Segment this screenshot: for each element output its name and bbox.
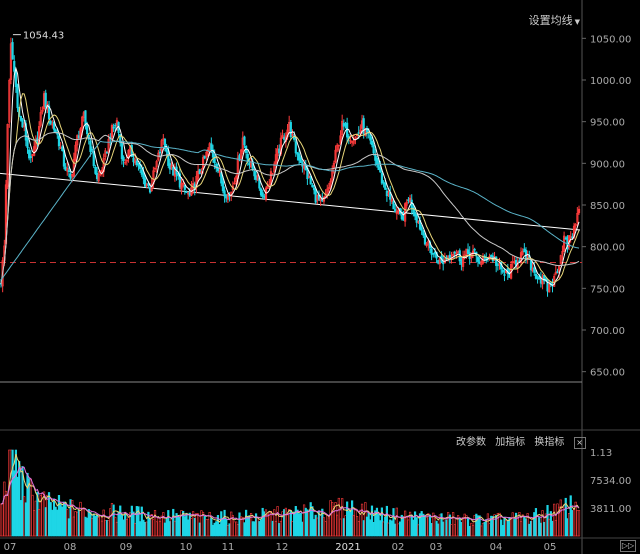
x-tick-label: 2021 bbox=[335, 542, 360, 553]
x-tick-label: 09 bbox=[120, 542, 133, 553]
price-tick-label: 850.00 bbox=[590, 201, 625, 212]
candle-body bbox=[253, 171, 256, 177]
volume-bar bbox=[577, 509, 581, 537]
candle-body bbox=[165, 147, 168, 153]
candle-body bbox=[49, 120, 52, 124]
candle-body bbox=[294, 141, 297, 154]
candle-body bbox=[379, 167, 382, 173]
candle-body bbox=[94, 166, 97, 174]
price-tick-label: 750.00 bbox=[590, 284, 625, 295]
x-tick-label: 12 bbox=[276, 542, 289, 553]
candle-body bbox=[158, 151, 162, 154]
candle-body bbox=[501, 269, 504, 273]
candle-body bbox=[13, 60, 16, 72]
volume-tick-label: 3811.00 bbox=[590, 504, 631, 515]
high-price-label: 1054.43 bbox=[23, 31, 64, 42]
candle-body bbox=[422, 230, 425, 236]
candle-body bbox=[476, 256, 480, 262]
x-tick-label: 03 bbox=[430, 542, 443, 553]
volume-tick-label: 7534.00 bbox=[590, 476, 631, 487]
price-tick-label: 1000.00 bbox=[590, 76, 631, 87]
candle-body bbox=[86, 124, 89, 135]
candle-body bbox=[372, 145, 375, 154]
x-tick-label: 10 bbox=[180, 542, 193, 553]
price-tick-label: 650.00 bbox=[590, 368, 625, 379]
switch-indicator-button[interactable]: 换指标 bbox=[534, 437, 564, 448]
candle-body bbox=[380, 172, 384, 184]
close-icon[interactable]: × bbox=[573, 437, 586, 449]
volume-tick-label: 1.13 bbox=[590, 448, 612, 459]
candle-body bbox=[420, 227, 423, 231]
x-tick-label: 11 bbox=[222, 542, 235, 553]
candle-body bbox=[11, 42, 14, 60]
candle-body bbox=[533, 267, 536, 273]
change-params-button[interactable]: 改参数 bbox=[456, 437, 486, 448]
candle-body bbox=[84, 110, 87, 126]
price-tick-label: 700.00 bbox=[590, 326, 625, 337]
candle-body bbox=[29, 156, 32, 158]
candle-body bbox=[473, 248, 476, 251]
x-tick-label: 08 bbox=[64, 542, 77, 553]
candle-body bbox=[503, 274, 506, 276]
candle-body bbox=[412, 206, 415, 214]
candle-body bbox=[57, 135, 61, 147]
candle-body bbox=[221, 181, 225, 192]
price-tick-label: 1050.00 bbox=[590, 34, 631, 45]
candle-body bbox=[112, 126, 115, 129]
candle-body bbox=[369, 134, 372, 141]
candle-body bbox=[311, 184, 314, 188]
candle-body bbox=[122, 156, 125, 161]
candle-body bbox=[299, 157, 302, 164]
candle-body bbox=[90, 148, 94, 151]
candle-body bbox=[61, 146, 64, 151]
candle-body bbox=[114, 124, 117, 127]
candle-body bbox=[16, 84, 19, 109]
candle-body bbox=[54, 129, 57, 133]
candle-body bbox=[185, 191, 188, 194]
candle-body bbox=[243, 136, 246, 146]
x-tick-label: 04 bbox=[490, 542, 503, 553]
price-tick-label: 950.00 bbox=[590, 118, 625, 129]
candle-body bbox=[56, 132, 59, 135]
candle-body bbox=[423, 235, 427, 245]
candle-body bbox=[432, 253, 435, 255]
candle-body bbox=[142, 172, 145, 179]
candle-body bbox=[26, 137, 29, 148]
candle-body bbox=[370, 140, 374, 146]
candle-body bbox=[210, 143, 213, 151]
trend-line bbox=[0, 172, 581, 231]
scroll-to-end-icon[interactable]: ▷▷ bbox=[620, 540, 636, 552]
candle-body bbox=[392, 201, 395, 210]
candle-body bbox=[384, 182, 387, 190]
volume-toolbar: 改参数 加指标 换指标 × bbox=[456, 433, 592, 449]
add-indicator-button[interactable]: 加指标 bbox=[495, 437, 525, 448]
candle-body bbox=[67, 170, 71, 173]
price-tick-label: 800.00 bbox=[590, 243, 625, 254]
stock-chart[interactable]: 1050.00 1000.00 950.00 900.00 850.00 800.00 75… bbox=[0, 0, 640, 554]
x-tick-label: 05 bbox=[544, 542, 557, 553]
candle-body bbox=[120, 143, 123, 159]
price-tick-label: 900.00 bbox=[590, 159, 625, 170]
x-tick-label: 02 bbox=[392, 542, 405, 553]
x-tick-label: 07 bbox=[4, 542, 17, 553]
